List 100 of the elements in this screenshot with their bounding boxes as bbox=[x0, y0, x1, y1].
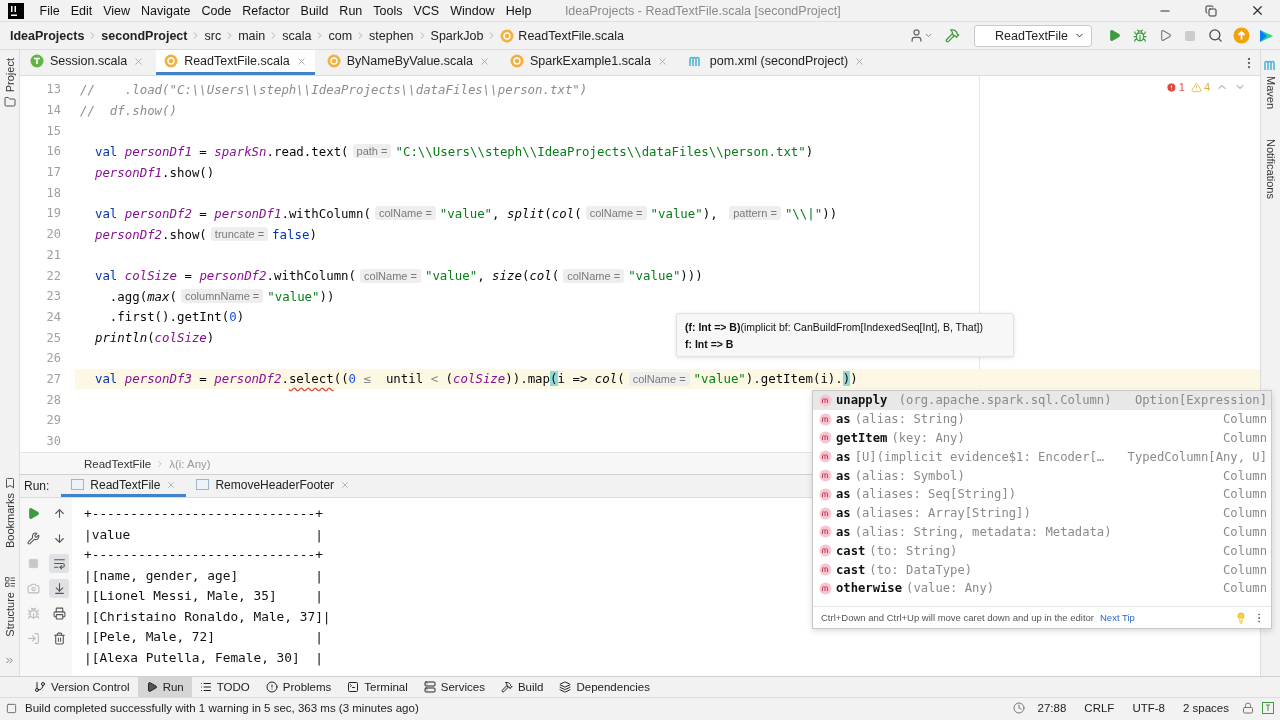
tool-tab[interactable]: Version Control bbox=[26, 677, 138, 697]
tool-tab[interactable]: Run bbox=[137, 677, 192, 697]
console-line: |[Alexa Putella, Female, 30] | bbox=[84, 648, 324, 668]
hammer-icon[interactable] bbox=[945, 28, 960, 43]
line-number: 21 bbox=[45, 247, 62, 262]
editor-tab[interactable]: pom.xml (secondProject) bbox=[679, 50, 874, 75]
run-config-dropdown[interactable]: ReadTextFile bbox=[974, 24, 1092, 47]
soft-wrap-button[interactable] bbox=[49, 554, 69, 573]
event-log-icon[interactable] bbox=[1262, 702, 1274, 714]
menu-item[interactable]: Edit bbox=[65, 3, 98, 18]
menu-item[interactable]: View bbox=[97, 3, 136, 18]
breadcrumb-item[interactable]: scala bbox=[282, 28, 312, 43]
editor-tab[interactable]: SparkExample1.scala bbox=[501, 50, 676, 75]
restore-icon[interactable] bbox=[1205, 4, 1217, 17]
editor-tab[interactable]: Session.scala bbox=[22, 50, 153, 75]
method-icon bbox=[819, 487, 832, 501]
tool-window-tab[interactable]: Maven bbox=[1264, 76, 1277, 110]
wrap-icon bbox=[52, 557, 66, 570]
completion-item[interactable]: getItem (key: Any) Column bbox=[813, 428, 1271, 448]
breadcrumb-item[interactable]: stephen bbox=[369, 28, 414, 43]
next-tip-link[interactable]: Next Tip bbox=[1100, 612, 1135, 623]
line-ending[interactable]: CRLF bbox=[1079, 702, 1120, 714]
line-number: 16 bbox=[45, 144, 62, 159]
breadcrumb-item[interactable]: com bbox=[328, 28, 353, 43]
tool-tab[interactable]: Dependencies bbox=[551, 677, 658, 697]
down-arrow-icon[interactable] bbox=[52, 532, 66, 545]
menu-item[interactable]: Refactor bbox=[236, 3, 296, 18]
menu-item[interactable]: Build bbox=[295, 3, 334, 18]
breadcrumb-item[interactable]: src bbox=[204, 28, 222, 43]
code-line: personDf2.show( truncate = false) bbox=[93, 225, 317, 244]
play-icon bbox=[145, 681, 158, 693]
breadcrumb-item[interactable]: ReadTextFile.scala bbox=[500, 28, 624, 43]
lock-icon[interactable] bbox=[1242, 702, 1254, 714]
completion-item[interactable]: as (aliases: Seq[String]) Column bbox=[813, 485, 1271, 504]
tool-window-tab[interactable]: Bookmarks bbox=[3, 493, 16, 549]
completion-item[interactable]: as (alias: Symbol) Column bbox=[813, 466, 1271, 485]
completion-item[interactable]: otherwise (value: Any) Column bbox=[813, 578, 1271, 598]
tool-window-tab[interactable]: Project bbox=[3, 58, 16, 93]
tool-window-tab[interactable]: Structure bbox=[3, 592, 16, 637]
menu-item[interactable]: Navigate bbox=[135, 3, 196, 18]
indent-setting[interactable]: 2 spaces bbox=[1177, 702, 1234, 714]
encoding[interactable]: UTF-8 bbox=[1127, 702, 1170, 714]
tool-window-tab[interactable]: Notifications bbox=[1264, 139, 1277, 199]
tool-tab[interactable]: TODO bbox=[191, 677, 258, 697]
menu-item[interactable]: File bbox=[34, 3, 66, 18]
line-number: 30 bbox=[45, 434, 62, 449]
breadcrumb-item[interactable]: IdeaProjects bbox=[10, 28, 85, 43]
breadcrumb-item[interactable]: SparkJob bbox=[430, 28, 484, 43]
completion-item[interactable]: cast (to: DataType) Column bbox=[813, 560, 1271, 579]
lightbulb-icon[interactable] bbox=[1235, 611, 1247, 624]
completion-item[interactable]: as [U](implicit evidence$1: Encoder[… TypedColumn[Any, U] bbox=[813, 447, 1271, 467]
bookmark-icon bbox=[3, 477, 16, 490]
scroll-to-end-button[interactable] bbox=[49, 579, 69, 598]
bug-icon[interactable] bbox=[1133, 28, 1147, 43]
user-icon[interactable] bbox=[909, 28, 933, 43]
run-icon[interactable] bbox=[1108, 29, 1121, 42]
editor-tab[interactable]: ByNameByValue.scala bbox=[318, 50, 498, 75]
up-arrow-icon[interactable] bbox=[52, 507, 66, 520]
line-number: 27 bbox=[45, 371, 62, 386]
exit-icon[interactable] bbox=[26, 632, 40, 645]
camera-icon[interactable] bbox=[26, 582, 40, 595]
menu-item[interactable]: Code bbox=[195, 3, 237, 18]
object-icon bbox=[509, 54, 524, 68]
update-icon[interactable] bbox=[1233, 27, 1250, 44]
menu-item[interactable]: Help bbox=[500, 3, 537, 18]
search-icon[interactable] bbox=[1208, 28, 1223, 43]
wrench-icon[interactable] bbox=[26, 532, 40, 545]
completion-item[interactable]: as (alias: String, metadata: Metadata) Column bbox=[813, 522, 1271, 542]
menu-item[interactable]: Window bbox=[444, 3, 501, 18]
console-tab[interactable]: RemoveHeaderFooter bbox=[186, 475, 361, 497]
caret-position[interactable]: 27:88 bbox=[1032, 702, 1072, 714]
coverage-icon[interactable] bbox=[1159, 29, 1172, 42]
more-icon[interactable] bbox=[4, 655, 15, 666]
menu-item[interactable]: Tools bbox=[367, 3, 408, 18]
trash-icon[interactable] bbox=[52, 632, 66, 645]
line-number: 25 bbox=[45, 330, 62, 345]
panel-icon[interactable] bbox=[6, 702, 17, 714]
printer-icon[interactable] bbox=[52, 607, 66, 620]
completion-item[interactable]: unapply (org.apache.spark.sql.Column) Option[Expression] bbox=[813, 391, 1271, 410]
completion-item[interactable]: as (alias: String) Column bbox=[813, 409, 1271, 429]
console-line: +-----------------------------+ bbox=[84, 505, 324, 523]
completion-item[interactable]: cast (to: String) Column bbox=[813, 541, 1271, 561]
menu-item[interactable]: Run bbox=[333, 3, 368, 18]
breadcrumb-item[interactable]: secondProject bbox=[101, 28, 188, 43]
method-icon bbox=[819, 393, 832, 407]
bug-icon[interactable] bbox=[26, 607, 40, 620]
completion-item[interactable]: as (aliases: Array[String]) Column bbox=[813, 503, 1271, 523]
breadcrumb-item[interactable]: ReadTextFile bbox=[84, 457, 152, 470]
menu-item[interactable]: VCS bbox=[408, 3, 445, 18]
code-line: val personDf2 = personDf1.withColumn( colName = "value", split(col( colName = "value"), pattern = "\\|")) bbox=[93, 204, 838, 223]
terminal-icon bbox=[347, 681, 360, 693]
breadcrumb-item[interactable]: main bbox=[238, 28, 266, 43]
clock-icon[interactable] bbox=[1012, 702, 1025, 714]
rerun-icon[interactable] bbox=[26, 507, 40, 520]
tool-tab[interactable]: Problems bbox=[257, 677, 340, 697]
editor-tab[interactable]: ReadTextFile.scala bbox=[156, 50, 315, 75]
tool-tab[interactable]: Build bbox=[492, 677, 552, 697]
tool-tab[interactable]: Services bbox=[415, 677, 493, 697]
plugin-logo-icon[interactable] bbox=[1258, 27, 1274, 44]
tool-tab[interactable]: Terminal bbox=[339, 677, 416, 697]
